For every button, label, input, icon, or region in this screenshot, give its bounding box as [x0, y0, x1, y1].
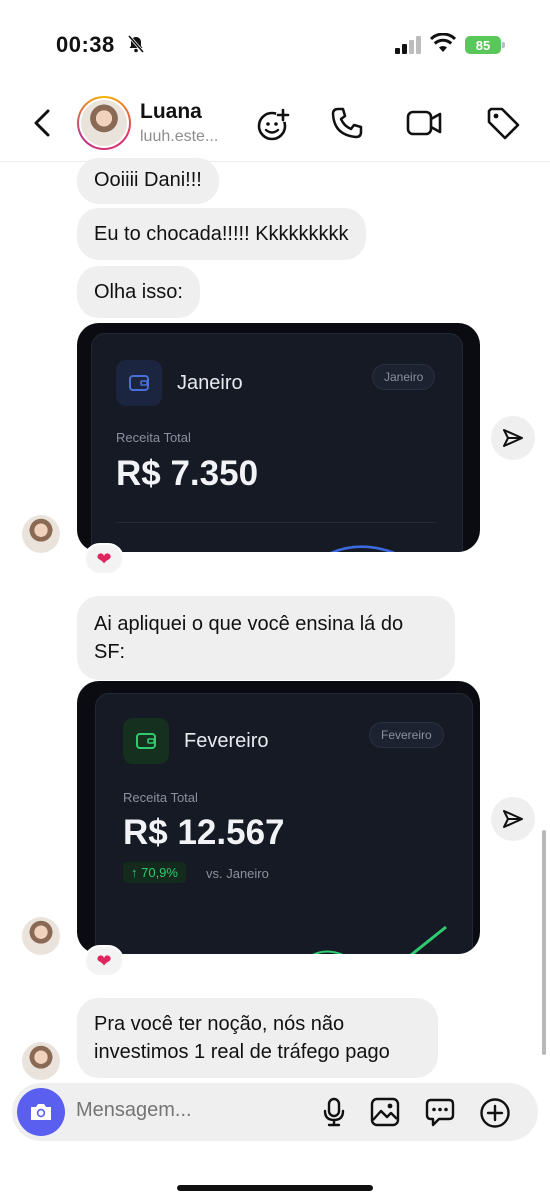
status-bar: 00:38 85 [0, 0, 550, 90]
chart-curve [330, 545, 396, 552]
battery-indicator: 85 [465, 36, 505, 54]
message-composer [12, 1083, 538, 1141]
wallet-icon [123, 718, 169, 764]
message-bubble[interactable]: Eu to chocada!!!!! Kkkkkkkkk [77, 208, 366, 260]
wallet-icon [116, 360, 162, 406]
wifi-icon [430, 33, 456, 52]
message-bubble[interactable]: Olha isso: [77, 266, 200, 318]
back-chevron-icon[interactable] [30, 108, 54, 138]
status-time: 00:38 [56, 32, 115, 57]
gallery-icon[interactable] [370, 1097, 400, 1127]
bell-slash-icon [127, 35, 145, 53]
sender-avatar[interactable] [22, 515, 60, 553]
revenue-amount: R$ 12.567 [123, 813, 285, 852]
message-input[interactable] [76, 1099, 306, 1122]
share-icon [503, 429, 523, 447]
plus-icon[interactable] [479, 1097, 511, 1129]
month-pill: Fevereiro [369, 722, 444, 748]
month-title: Fevereiro [184, 730, 269, 752]
share-button[interactable] [491, 797, 535, 841]
contact-avatar[interactable] [77, 96, 131, 150]
home-indicator [177, 1185, 373, 1191]
image-message-fevereiro[interactable]: Fevereiro Fevereiro Receita Total R$ 12.… [77, 681, 480, 954]
heart-reaction[interactable]: ❤ [84, 543, 124, 575]
contact-username[interactable]: luuh.este... [140, 128, 218, 146]
message-bubble[interactable]: Pra você ter noção, nós não investimos 1… [77, 998, 438, 1078]
share-button[interactable] [491, 416, 535, 460]
image-message-janeiro[interactable]: Janeiro Janeiro Receita Total R$ 7.350 [77, 323, 480, 552]
message-text: investimos 1 real de tráfego pago [94, 1041, 390, 1063]
message-text: Eu to chocada!!!!! Kkkkkkkkk [94, 223, 349, 245]
message-text: SF: [94, 641, 126, 663]
message-text: Olha isso: [94, 281, 183, 303]
growth-badge: ↑ 70,9% [123, 862, 186, 883]
heart-reaction[interactable]: ❤ [84, 945, 124, 977]
dashboard-card: Janeiro Janeiro Receita Total R$ 7.350 [91, 333, 463, 552]
chat-icon[interactable] [425, 1097, 455, 1127]
month-pill: Janeiro [372, 364, 436, 390]
sender-avatar[interactable] [22, 917, 60, 955]
signal-icon [395, 36, 421, 54]
message-text: Ai apliquei o que você ensina lá do [94, 613, 404, 635]
month-title: Janeiro [177, 372, 243, 394]
compare-text: vs. Janeiro [206, 866, 269, 881]
video-icon[interactable] [406, 106, 442, 140]
share-icon [503, 810, 523, 828]
chart-curve [312, 925, 447, 954]
revenue-label: Receita Total [116, 430, 191, 445]
revenue-amount: R$ 7.350 [116, 454, 259, 493]
phone-icon[interactable] [330, 106, 364, 140]
message-bubble[interactable]: Ai apliquei o que você ensina lá do SF: [77, 596, 455, 680]
scrollbar[interactable] [542, 830, 546, 1055]
revenue-label: Receita Total [123, 790, 198, 805]
mic-icon[interactable] [321, 1097, 347, 1127]
contact-name[interactable]: Luana [140, 100, 202, 124]
sender-avatar[interactable] [22, 1042, 60, 1080]
message-text: Ooiiii Dani!!! [94, 169, 202, 191]
dashboard-card: Fevereiro Fevereiro Receita Total R$ 12.… [95, 693, 473, 954]
message-text: Pra você ter noção, nós não [94, 1013, 345, 1035]
message-bubble[interactable]: Ooiiii Dani!!! [77, 158, 219, 204]
tag-icon[interactable] [485, 106, 521, 142]
camera-button[interactable] [17, 1088, 65, 1136]
camera-icon [31, 1104, 51, 1120]
chat-header: Luana luuh.este... [0, 90, 550, 162]
sticker-add-icon[interactable] [256, 106, 292, 142]
